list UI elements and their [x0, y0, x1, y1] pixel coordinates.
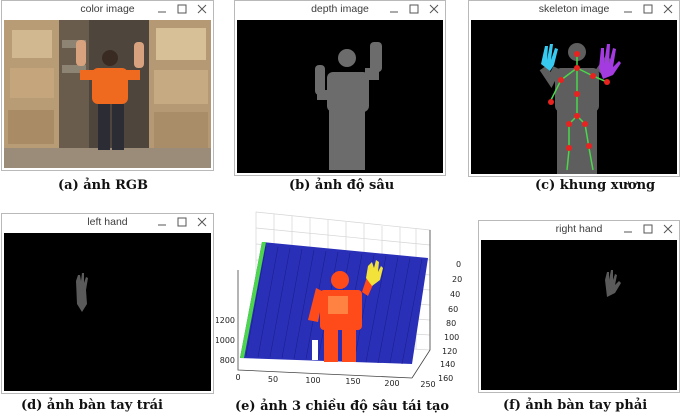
- left-hand-frame: [4, 233, 211, 391]
- minimize-button[interactable]: [621, 222, 635, 236]
- close-button[interactable]: [195, 2, 209, 16]
- minimize-button[interactable]: [155, 215, 169, 229]
- skeleton-figure: [539, 43, 621, 174]
- x-tick-label: 150: [345, 377, 360, 386]
- close-icon: [429, 4, 439, 14]
- maximize-icon: [177, 217, 187, 227]
- caption-left-hand: (d) ảnh bàn tay trái: [21, 398, 163, 413]
- z-tick-label: 1000: [216, 336, 235, 345]
- minimize-button[interactable]: [155, 2, 169, 16]
- depth-frame: [237, 20, 443, 173]
- minimize-icon: [624, 231, 632, 233]
- maximize-button[interactable]: [641, 222, 655, 236]
- minimize-icon: [158, 224, 166, 226]
- maximize-icon: [177, 4, 187, 14]
- hand-purple-icon: [599, 44, 621, 79]
- skeleton-frame: [471, 20, 677, 174]
- window-titlebar: color image: [2, 1, 213, 19]
- minimize-button[interactable]: [387, 2, 401, 16]
- close-icon: [663, 224, 673, 234]
- minimize-icon: [624, 11, 632, 13]
- y-tick-label: 160: [438, 374, 453, 383]
- caption-right-hand: (f) ảnh bàn tay phải: [503, 398, 648, 413]
- minimize-icon: [158, 11, 166, 13]
- close-button[interactable]: [661, 222, 675, 236]
- close-button[interactable]: [427, 2, 441, 16]
- x-tick-label: 0: [235, 373, 240, 382]
- maximize-button[interactable]: [175, 215, 189, 229]
- plot-svg: 1200 1000 800 0 50 100 150 200 250 0 20 …: [216, 211, 462, 389]
- x-tick-label: 100: [305, 376, 320, 385]
- y-tick-label: 0: [456, 260, 461, 269]
- window-titlebar: right hand: [479, 221, 679, 239]
- y-tick-label: 20: [452, 275, 462, 284]
- caption-skeleton: (c) khung xương: [535, 178, 656, 193]
- y-tick-label: 140: [440, 360, 455, 369]
- close-button[interactable]: [661, 2, 675, 16]
- z-tick-label: 1200: [216, 316, 235, 325]
- y-tick-label: 100: [444, 333, 459, 342]
- left-hand-window: left hand: [1, 213, 214, 394]
- close-button[interactable]: [195, 215, 209, 229]
- caption-rgb: (a) ảnh RGB: [58, 178, 148, 193]
- depth-silhouette: [315, 42, 382, 170]
- z-tick-label: 800: [220, 356, 235, 365]
- maximize-button[interactable]: [407, 2, 421, 16]
- right-hand-silhouette: [605, 270, 621, 297]
- y-tick-label: 120: [442, 347, 457, 356]
- maximize-button[interactable]: [641, 2, 655, 16]
- maximize-icon: [643, 4, 653, 14]
- rgb-frame: [4, 20, 211, 168]
- y-tick-label: 60: [448, 305, 458, 314]
- caption-depth: (b) ảnh độ sâu: [289, 178, 395, 193]
- x-tick-label: 200: [384, 379, 399, 388]
- window-titlebar: skeleton image: [469, 1, 679, 19]
- x-tick-label: 250: [420, 380, 435, 389]
- close-icon: [197, 4, 207, 14]
- y-tick-label: 40: [450, 290, 460, 299]
- close-icon: [663, 4, 673, 14]
- right-hand-frame: [481, 240, 677, 390]
- right-hand-window: right hand: [478, 220, 680, 393]
- depth-3d-plot: 1200 1000 800 0 50 100 150 200 250 0 20 …: [216, 200, 466, 396]
- x-tick-label: 50: [268, 375, 278, 384]
- maximize-icon: [643, 224, 653, 234]
- close-icon: [197, 217, 207, 227]
- rgb-scene: [4, 20, 211, 168]
- maximize-button[interactable]: [175, 2, 189, 16]
- skeleton-image-window: skeleton image: [468, 0, 680, 177]
- maximize-icon: [409, 4, 419, 14]
- window-titlebar: left hand: [2, 214, 213, 232]
- minimize-icon: [390, 11, 398, 13]
- hand-cyan-icon: [541, 44, 558, 71]
- minimize-button[interactable]: [621, 2, 635, 16]
- left-hand-silhouette: [76, 273, 88, 312]
- depth-image-window: depth image: [234, 0, 446, 176]
- y-tick-label: 80: [446, 319, 456, 328]
- caption-3d-depth: (e) ảnh 3 chiều độ sâu tái tạo: [235, 399, 450, 414]
- color-image-window: color image: [1, 0, 214, 171]
- window-titlebar: depth image: [235, 1, 445, 19]
